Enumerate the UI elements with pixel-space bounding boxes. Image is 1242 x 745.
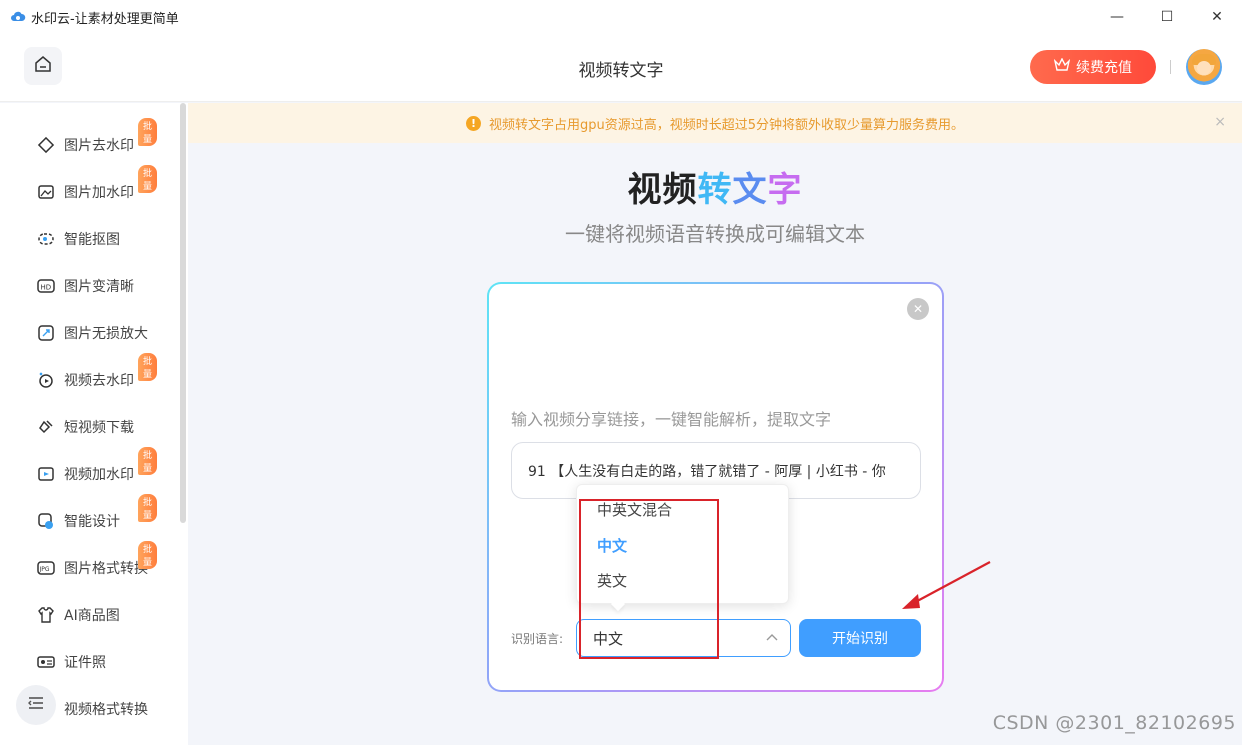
link-hint: 输入视频分享链接，一键智能解析，提取文字 — [511, 410, 832, 429]
minimize-button[interactable]: — — [1092, 0, 1142, 34]
link-icon — [36, 417, 56, 437]
sidebar-item-label: 智能设计 — [64, 514, 120, 530]
language-select-value: 中文 — [593, 629, 624, 648]
notice-text: 视频转文字占用gpu资源过高，视频时长超过5分钟将额外收取少量算力服务费用。 — [488, 117, 964, 133]
expand-icon — [36, 323, 56, 343]
batch-badge: 批量 — [138, 447, 158, 475]
hero-title-part: 视频 — [627, 170, 698, 210]
notice-close-button[interactable]: × — [1214, 114, 1226, 130]
batch-badge: 批量 — [138, 541, 158, 569]
sidebar-item-label: 短视频下载 — [64, 420, 134, 436]
app-cloud-icon — [10, 9, 26, 25]
sidebar-item-label: 图片去水印 — [64, 138, 134, 154]
sidebar-item-label: 视频去水印 — [64, 373, 134, 389]
sidebar-item-label: AI商品图 — [64, 608, 120, 624]
shirt-icon — [36, 605, 56, 625]
warning-icon: ! — [465, 115, 481, 131]
close-window-button[interactable]: ✕ — [1192, 0, 1242, 34]
sidebar: 图片去水印 批量 图片加水印 批量 智能抠图 HD 图片变清晰 图片无损放大 视… — [0, 103, 188, 745]
user-avatar[interactable] — [1186, 49, 1222, 85]
chevron-up-icon — [766, 632, 778, 646]
language-dropdown: 中英文混合 中文 英文 — [576, 484, 789, 612]
hero-subtitle: 一键将视频语音转换成可编辑文本 — [565, 222, 865, 246]
sidebar-scrollbar[interactable] — [180, 103, 186, 523]
dropdown-option-chinese[interactable]: 中文 — [597, 535, 627, 556]
sidebar-item-image-watermark-add[interactable]: 图片加水印 批量 — [36, 165, 158, 207]
sidebar-item-short-video-download[interactable]: 短视频下载 — [36, 412, 134, 442]
sidebar-item-image-watermark-remove[interactable]: 图片去水印 批量 — [36, 118, 158, 160]
sidebar-item-label: 智能抠图 — [64, 232, 120, 248]
sidebar-item-label: 图片加水印 — [64, 185, 134, 201]
sidebar-item-image-format-convert[interactable]: JPG 图片格式转换 批量 — [36, 541, 158, 583]
design-icon — [36, 511, 56, 531]
gpu-notice-banner: ! 视频转文字占用gpu资源过高，视频时长超过5分钟将额外收取少量算力服务费用。… — [188, 103, 1242, 143]
sidebar-item-label: 图片变清晰 — [64, 279, 134, 295]
hd-icon: HD — [36, 276, 56, 296]
hero-title-part: 字 — [767, 170, 803, 210]
sidebar-item-label: 证件照 — [64, 655, 106, 671]
batch-badge: 批量 — [138, 494, 158, 522]
recharge-button[interactable]: 续费充值 — [1030, 50, 1156, 84]
language-label: 识别语言: — [511, 632, 564, 646]
svg-text:JPG: JPG — [39, 566, 50, 573]
maximize-button[interactable]: ☐ — [1142, 0, 1192, 34]
sidebar-item-video-watermark-remove[interactable]: 视频去水印 批量 — [36, 353, 158, 395]
sidebar-item-id-photo[interactable]: 证件照 — [36, 647, 106, 677]
video-add-icon — [36, 464, 56, 484]
sidebar-item-image-enhance[interactable]: HD 图片变清晰 — [36, 271, 134, 301]
menu-collapse-icon — [27, 695, 45, 715]
id-card-icon — [36, 652, 56, 672]
sidebar-item-ai-product-image[interactable]: AI商品图 — [36, 600, 120, 630]
sidebar-item-label: 图片格式转换 — [64, 561, 148, 577]
eraser-icon — [36, 135, 56, 155]
sidebar-item-label: 图片无损放大 — [64, 326, 148, 342]
header-divider — [1170, 60, 1171, 74]
image-add-icon — [36, 182, 56, 202]
sidebar-item-image-upscale[interactable]: 图片无损放大 — [36, 318, 148, 348]
crown-icon — [1053, 57, 1071, 76]
recharge-label: 续费充值 — [1076, 60, 1132, 76]
sidebar-item-label: 视频加水印 — [64, 467, 134, 483]
language-select[interactable]: 中文 — [576, 619, 791, 657]
sidebar-item-video-watermark-add[interactable]: 视频加水印 批量 — [36, 447, 158, 489]
cutout-icon — [36, 229, 56, 249]
batch-badge: 批量 — [138, 353, 158, 381]
svg-text:HD: HD — [41, 284, 52, 292]
sidebar-item-smart-cutout[interactable]: 智能抠图 — [36, 224, 120, 254]
video-eraser-icon — [36, 370, 56, 390]
csdn-watermark: CSDN @2301_82102695 — [992, 712, 1236, 734]
hero-title: 视频转文字 — [188, 162, 1242, 211]
jpg-icon: JPG — [36, 558, 56, 578]
window-title: 水印云-让素材处理更简单 — [31, 11, 179, 27]
batch-badge: 批量 — [138, 165, 158, 193]
batch-badge: 批量 — [138, 118, 158, 146]
dropdown-option-mixed[interactable]: 中英文混合 — [597, 499, 672, 520]
sidebar-item-smart-design[interactable]: 智能设计 批量 — [36, 494, 158, 536]
start-recognition-button[interactable]: 开始识别 — [799, 619, 921, 657]
window-titlebar: 水印云-让素材处理更简单 — ☐ ✕ — [0, 0, 1242, 34]
sidebar-item-label: 视频格式转换 — [64, 702, 148, 718]
card-close-button[interactable]: ✕ — [907, 298, 929, 320]
hero-title-part: 文 — [732, 170, 768, 210]
sidebar-collapse-button[interactable] — [16, 685, 56, 725]
dropdown-option-english[interactable]: 英文 — [597, 570, 627, 591]
app-header: 视频转文字 续费充值 — [0, 34, 1242, 102]
hero-title-part: 转 — [697, 170, 733, 210]
